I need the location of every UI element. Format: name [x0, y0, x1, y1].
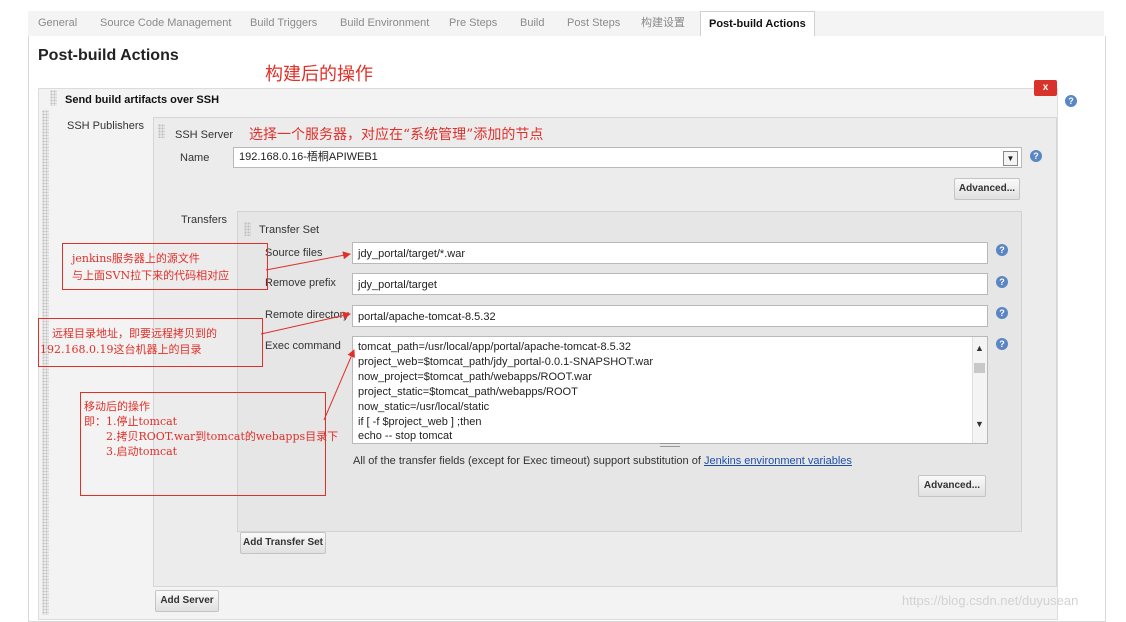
watermark: https://blog.csdn.net/duyusean — [902, 593, 1079, 608]
arrow-remote — [260, 311, 351, 335]
arrow-source — [265, 251, 351, 271]
annotation-arrows — [260, 251, 355, 421]
arrow-exec — [323, 349, 355, 421]
